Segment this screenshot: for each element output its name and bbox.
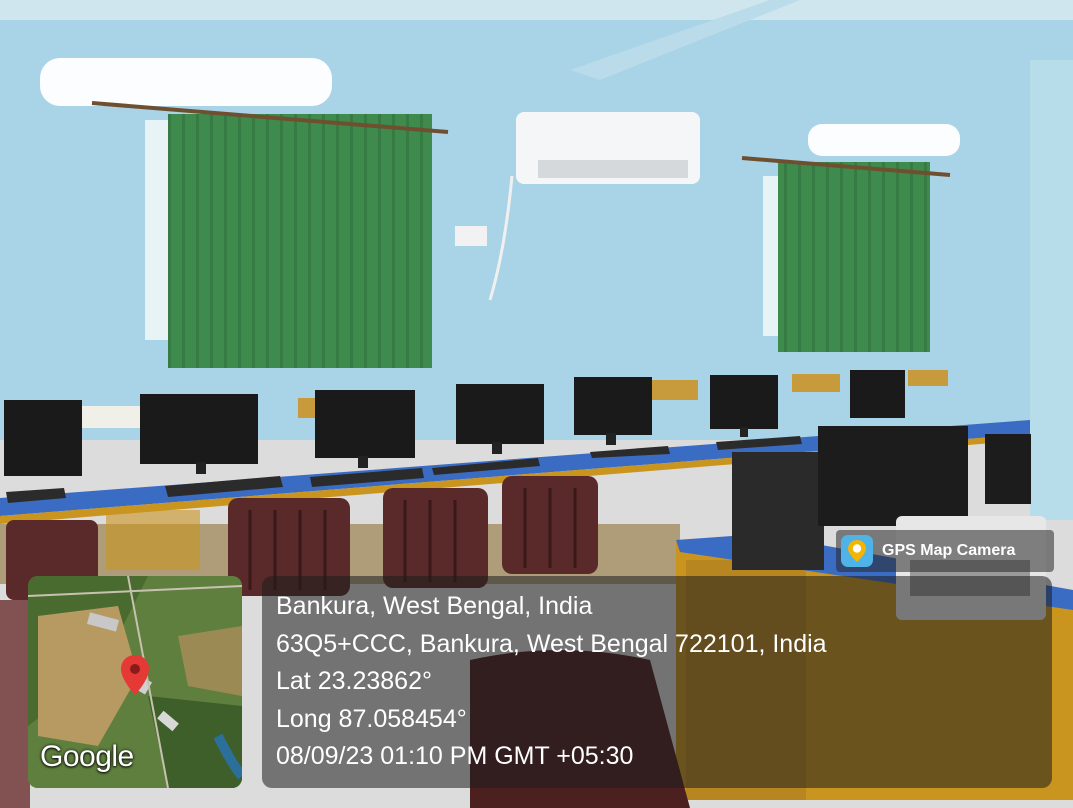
location-info-panel: Bankura, West Bengal, India 63Q5+CCC, Ba… [262,576,1052,788]
datetime-line: 08/09/23 01:10 PM GMT +05:30 [276,742,634,770]
map-pin-icon [120,654,150,696]
address-line: 63Q5+CCC, Bankura, West Bengal 722101, I… [276,629,827,658]
map-watermark: Google [40,740,134,773]
map-pin-camera-icon [840,534,874,568]
latitude-line: Lat 23.23862° [276,667,432,695]
badge-label: GPS Map Camera [882,542,1016,559]
location-map-thumbnail: Google [28,576,242,788]
gps-map-camera-badge: GPS Map Camera [836,530,1054,572]
longitude-line: Long 87.058454° [276,704,467,733]
location-title: Bankura, West Bengal, India [276,592,593,620]
